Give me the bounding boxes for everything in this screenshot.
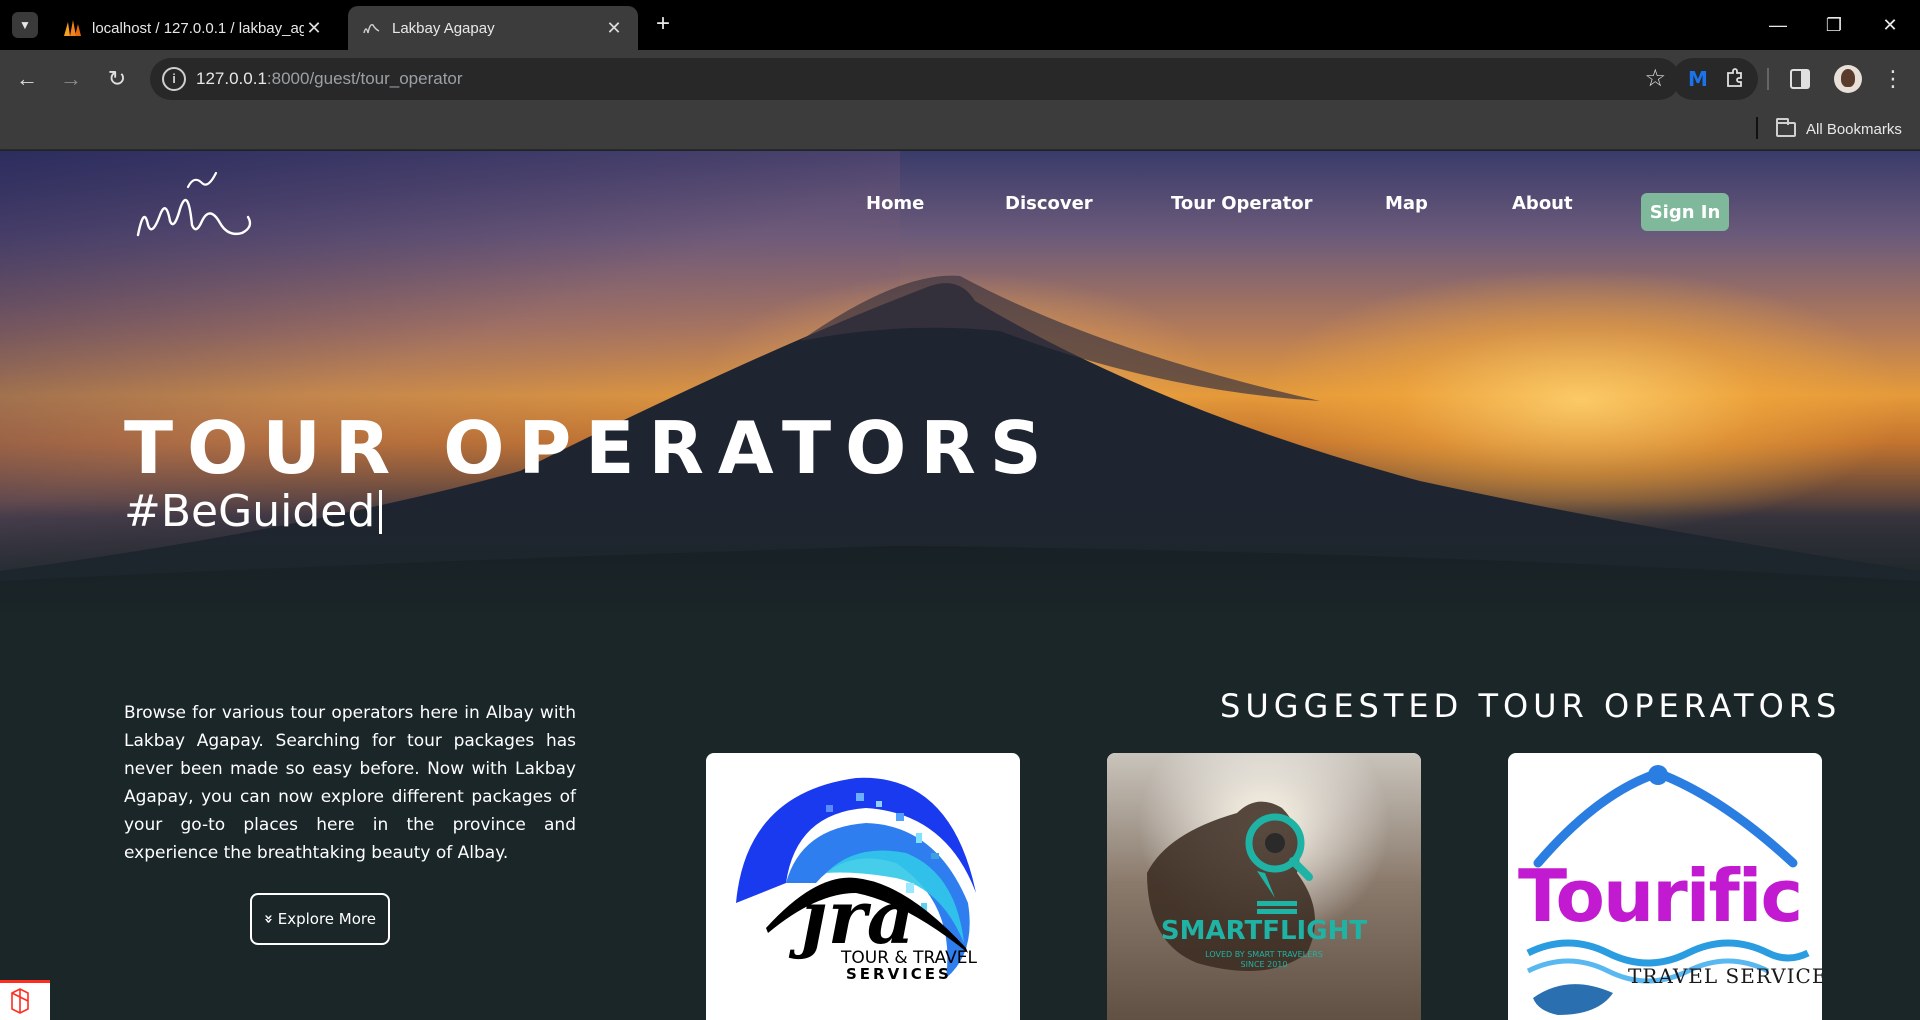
tab-search-icon[interactable]: ▼: [12, 12, 38, 38]
new-tab-button[interactable]: +: [650, 12, 676, 38]
url-host: 127.0.0.1: [196, 69, 267, 88]
intro-paragraph: Browse for various tour operators here i…: [124, 703, 576, 863]
extension-icon[interactable]: [1724, 67, 1746, 89]
extensions-area: M: [1672, 58, 1758, 100]
sign-in-button[interactable]: Sign In: [1641, 193, 1729, 231]
extension-m-icon[interactable]: M: [1688, 67, 1708, 91]
smartflight-logo: SMARTFLIGHT LOVED BY SMART TRAVELERS SIN…: [1107, 753, 1421, 1020]
tab-phpmyadmin[interactable]: localhost / 127.0.0.1 / lakbay_ag ✕: [48, 6, 338, 50]
tab-title: Lakbay Agapay: [392, 19, 495, 37]
operator-card-smartflight[interactable]: SMARTFLIGHT LOVED BY SMART TRAVELERS SIN…: [1107, 753, 1421, 1020]
all-bookmarks-button[interactable]: All Bookmarks: [1776, 116, 1902, 142]
site-info-icon[interactable]: i: [162, 67, 186, 91]
operator-card-tourific[interactable]: Tourific TRAVEL SERVICES: [1508, 753, 1822, 1020]
browser-toolbar: ← → ↻ i 127.0.0.1:8000/guest/tour_operat…: [0, 50, 1920, 108]
hero-title: TOUR OPERATORS: [124, 406, 1056, 490]
tab-lakbay-agapay[interactable]: Lakbay Agapay ✕: [348, 6, 638, 50]
suggested-operators-heading: SUGGESTED TOUR OPERATORS: [1220, 687, 1842, 725]
tourific-subtext: TRAVEL SERVICES: [1628, 964, 1822, 988]
all-bookmarks-label: All Bookmarks: [1806, 120, 1902, 138]
address-url[interactable]: 127.0.0.1:8000/guest/tour_operator: [196, 69, 463, 89]
lakbay-favicon-icon: [363, 23, 380, 34]
explore-more-button[interactable]: » Explore More: [250, 893, 390, 945]
laravel-icon[interactable]: [0, 980, 50, 1020]
browser-tab-bar: ▼ localhost / 127.0.0.1 / lakbay_ag ✕ La…: [0, 0, 1920, 50]
hero-subtitle-text: #BeGuided: [124, 486, 376, 537]
phpmyadmin-favicon-icon: [64, 20, 81, 36]
bookmarks-divider: [1756, 117, 1758, 139]
profile-avatar[interactable]: [1834, 65, 1862, 93]
nav-discover[interactable]: Discover: [1005, 193, 1093, 214]
smartflight-since: SINCE 2010: [1241, 960, 1288, 969]
menu-kebab-icon[interactable]: ⋮: [1880, 62, 1906, 96]
minimize-window-button[interactable]: —: [1758, 10, 1798, 40]
bookmarks-bar: All Bookmarks: [0, 108, 1920, 150]
nav-home[interactable]: Home: [866, 193, 924, 214]
nav-about[interactable]: About: [1512, 193, 1573, 214]
url-path: :8000/guest/tour_operator: [266, 69, 463, 88]
folder-icon: [1776, 117, 1796, 137]
restore-window-button[interactable]: ❐: [1814, 10, 1854, 40]
smartflight-tagline: LOVED BY SMART TRAVELERS: [1205, 950, 1323, 959]
typing-caret: [379, 490, 383, 534]
reload-icon[interactable]: ↻: [102, 64, 132, 94]
jra-logo: jra TOUR & TRAVEL SERVICES: [736, 777, 978, 983]
nav-tour-operator[interactable]: Tour Operator: [1171, 193, 1312, 214]
smartflight-logo-text: SMARTFLIGHT: [1161, 916, 1367, 946]
operator-card-jra[interactable]: jra TOUR & TRAVEL SERVICES: [706, 753, 1020, 1020]
tourific-logo: Tourific TRAVEL SERVICES: [1518, 765, 1822, 1015]
address-bar[interactable]: i 127.0.0.1:8000/guest/tour_operator ☆: [150, 58, 1680, 100]
explore-more-label: Explore More: [277, 910, 376, 928]
tourific-logo-text: Tourific: [1518, 854, 1801, 938]
lakbay-logo[interactable]: [130, 165, 260, 245]
chevron-double-down-icon: »: [259, 914, 278, 924]
laravel-logo-glyph: [11, 988, 29, 1014]
web-page: Home Discover Tour Operator Map About Si…: [0, 151, 1920, 1020]
forward-arrow-icon[interactable]: →: [56, 64, 86, 94]
tab-title: localhost / 127.0.0.1 / lakbay_ag: [92, 19, 304, 37]
toolbar-divider: [1767, 68, 1769, 90]
jra-logo-subtext-2: SERVICES: [846, 965, 952, 983]
back-arrow-icon[interactable]: ←: [12, 64, 42, 94]
bookmark-star-icon[interactable]: ☆: [1644, 64, 1666, 93]
side-panel-icon[interactable]: [1790, 69, 1810, 89]
close-window-button[interactable]: ✕: [1870, 10, 1910, 40]
close-tab-icon[interactable]: ✕: [304, 18, 324, 39]
hero-banner: [0, 151, 1920, 621]
nav-map[interactable]: Map: [1385, 193, 1428, 214]
hero-subtitle: #BeGuided: [124, 486, 383, 537]
close-tab-icon[interactable]: ✕: [604, 18, 624, 39]
